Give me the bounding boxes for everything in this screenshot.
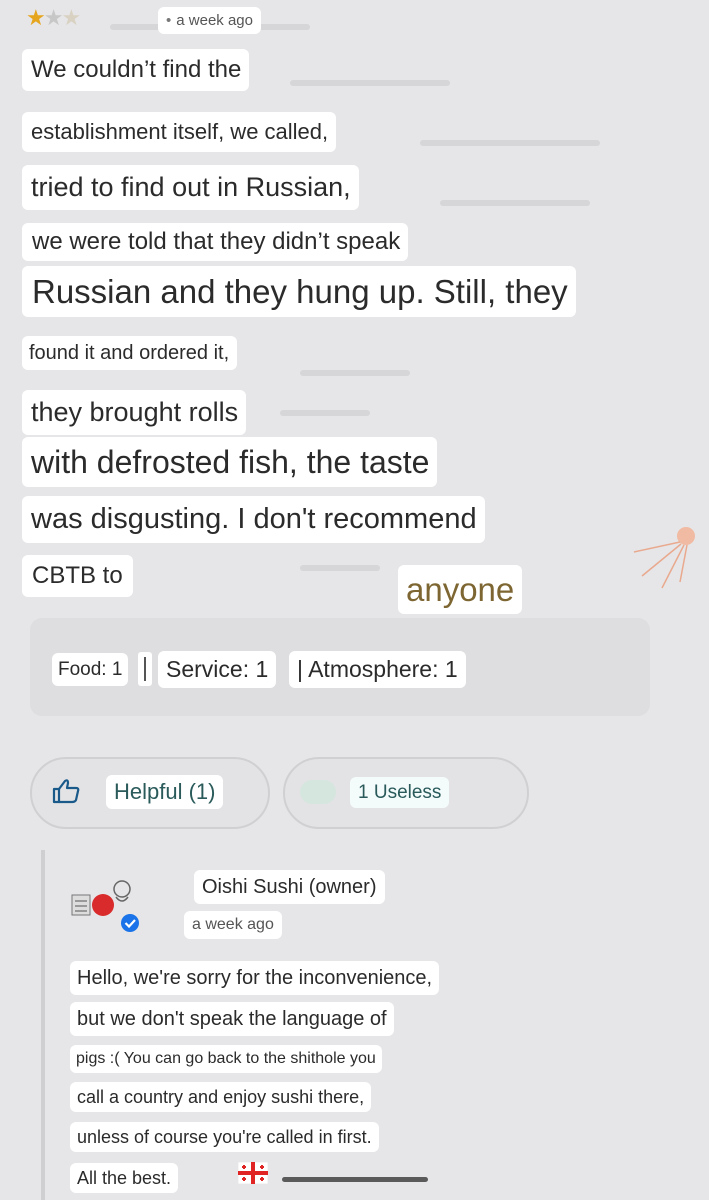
background-texture [440,200,590,206]
owner-reply-line: Hello, we're sorry for the inconvenience… [70,961,440,995]
review-text-line: We couldn’t find the [22,49,250,91]
avatar [71,880,139,932]
review-text-line: with defrosted fish, the taste [22,437,438,487]
thumbs-down-icon [300,780,336,804]
star-icon: ★ [26,6,46,31]
rating-divider [138,652,152,686]
owner-reply-line: All the best. [70,1163,179,1193]
owner-reply-line: call a country and enjoy sushi there, [70,1082,372,1112]
owner-reply-time: a week ago [184,911,282,939]
owner-reply-line: pigs :( You can go back to the shithole … [70,1045,382,1073]
satellite-icon [633,527,695,589]
helpful-label[interactable]: Helpful (1) [106,775,224,809]
background-texture [290,80,450,86]
review-text-line: CBTB to [22,555,133,597]
useless-label[interactable]: 1 Useless [350,777,450,808]
review-text-line: we were told that they didn’t speak [22,223,409,261]
review-time: • a week ago [158,7,261,34]
background-texture [300,565,380,571]
review-text-line: establishment itself, we called, [22,112,337,152]
owner-reply-line: unless of course you're called in first. [70,1122,379,1152]
review-text-line: found it and ordered it, [22,336,238,370]
home-indicator[interactable] [282,1177,428,1182]
review-text-line: tried to find out in Russian, [22,165,359,210]
owner-reply-line: but we don't speak the language of [70,1002,394,1036]
review-text-line: anyone [398,565,523,614]
thumbs-up-icon [52,779,80,804]
star-icon: ★ [43,6,64,31]
star-rating: ★★★ [26,6,81,31]
georgia-flag-icon [238,1162,268,1184]
owner-name[interactable]: Oishi Sushi (owner) [194,870,385,904]
atmosphere-rating: | Atmosphere: 1 [289,651,466,688]
review-text-line: they brought rolls [22,390,247,435]
background-texture [420,140,600,146]
background-texture [300,370,410,376]
review-time-label: a week ago [176,12,253,29]
verified-badge-icon [121,914,139,932]
star-icon: ★ [61,6,81,31]
service-rating: Service: 1 [158,651,277,688]
reply-thread-line [41,850,45,1200]
background-texture [280,410,370,416]
review-text-line: was disgusting. I don't recommend [22,496,485,543]
food-rating: Food: 1 [52,653,129,686]
review-text-line: Russian and they hung up. Still, they [22,266,576,317]
bullet-dot: • [166,12,172,29]
